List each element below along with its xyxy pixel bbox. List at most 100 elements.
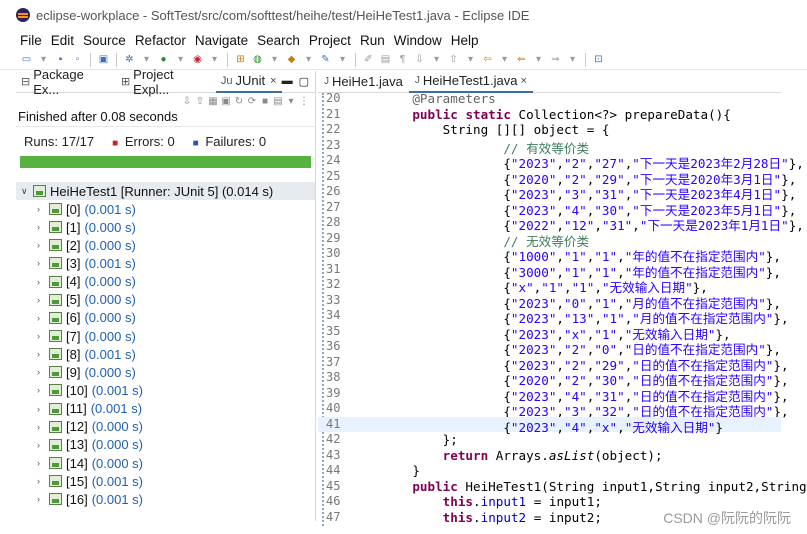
test-case-row[interactable]: › [6] (0.000 s) (16, 309, 315, 327)
dropdown-icon[interactable]: ▾ (336, 53, 349, 66)
code-editor[interactable]: 20 @Parameters 21 public static Collectio… (318, 91, 807, 526)
menu-project[interactable]: Project (309, 33, 351, 48)
test-case-row[interactable]: › [12] (0.000 s) (16, 418, 315, 436)
test-case-row[interactable]: › [15] (0.001 s) (16, 472, 315, 490)
menu-edit[interactable]: Edit (51, 33, 74, 48)
chevron-right-icon[interactable]: › (37, 404, 49, 414)
test-case-row[interactable]: › [0] (0.001 s) (16, 200, 315, 218)
code-line[interactable]: 20 @Parameters (318, 91, 781, 107)
code-line[interactable]: 27 {"2023","4","30","下一天是2023年5月1日"}, (318, 200, 796, 218)
code-line[interactable]: 44 } (318, 463, 781, 479)
tab-project-explorer[interactable]: ⊞ Project Expl... (116, 67, 216, 97)
code-line[interactable]: 40 {"2023","3","32","日的值不在指定范围内"}, (318, 401, 789, 419)
chevron-right-icon[interactable]: › (37, 349, 49, 359)
chevron-right-icon[interactable]: › (37, 440, 49, 450)
tab-junit[interactable]: Ju JUnit × (215, 70, 282, 93)
save-icon[interactable]: ▪ (54, 53, 67, 66)
chevron-right-icon[interactable]: › (37, 458, 49, 468)
minimize-icon[interactable]: ▬ (282, 75, 293, 88)
test-case-row[interactable]: › [14] (0.000 s) (16, 454, 315, 472)
test-case-row[interactable]: › [11] (0.001 s) (16, 400, 315, 418)
test-case-row[interactable]: › [2] (0.000 s) (16, 236, 315, 254)
back-icon[interactable]: ⇐ (515, 53, 528, 66)
test-case-row[interactable]: › [3] (0.001 s) (16, 254, 315, 272)
chevron-right-icon[interactable]: › (37, 204, 49, 214)
dropdown-icon[interactable]: ▾ (430, 53, 443, 66)
menu-run[interactable]: Run (360, 33, 385, 48)
chevron-right-icon[interactable]: › (37, 476, 49, 486)
code-line[interactable]: 37 {"2023","2","29","日的值不在指定范围内"}, (318, 355, 789, 373)
close-icon[interactable]: × (520, 75, 526, 87)
chevron-right-icon[interactable]: › (37, 494, 49, 504)
stop-icon[interactable]: ■ (260, 96, 270, 107)
code-line[interactable]: 34 {"2023","13","1","月的值不在指定范围内"}, (318, 308, 789, 326)
tab-heihe1-java[interactable]: J HeiHe1.java (318, 71, 409, 93)
test-case-row[interactable]: › [1] (0.000 s) (16, 218, 315, 236)
whitespace-icon[interactable]: ¶ (396, 53, 409, 66)
code-line[interactable]: 42 }; (318, 432, 781, 448)
test-case-row[interactable]: › [13] (0.000 s) (16, 436, 315, 454)
new-package-icon[interactable]: ◍ (251, 53, 264, 66)
forward-icon[interactable]: ⇒ (549, 53, 562, 66)
terminal-icon[interactable]: ▣ (97, 53, 110, 66)
code-line[interactable]: 33 {"2023","0","1","月的值不在指定范围内"}, (318, 293, 781, 311)
test-case-row[interactable]: › [10] (0.001 s) (16, 381, 315, 399)
dropdown-icon[interactable]: ▾ (140, 53, 153, 66)
dropdown-icon[interactable]: ▾ (37, 53, 50, 66)
code-line[interactable]: 23 // 有效等价类 (318, 138, 781, 156)
debug-icon[interactable]: ✲ (123, 53, 136, 66)
menu-refactor[interactable]: Refactor (135, 33, 186, 48)
close-icon[interactable]: × (270, 75, 276, 87)
test-suite-node[interactable]: ∨ HeiHeTest1 [Runner: JUnit 5] (0.014 s) (16, 182, 315, 200)
chevron-right-icon[interactable]: › (37, 240, 49, 250)
dropdown-icon[interactable]: ▾ (268, 53, 281, 66)
prev-failure-icon[interactable]: ⇧ (195, 96, 205, 107)
test-case-row[interactable]: › [9] (0.000 s) (16, 363, 315, 381)
scroll-lock-icon[interactable]: ▣ (221, 96, 231, 107)
menu-help[interactable]: Help (451, 33, 479, 48)
code-line[interactable]: 35 {"2023","x","1","无效输入日期"}, (318, 324, 781, 342)
next-failure-icon[interactable]: ⇩ (182, 96, 192, 107)
next-annotation-icon[interactable]: ⇩ (413, 53, 426, 66)
open-type-icon[interactable]: ◆ (285, 53, 298, 66)
code-line[interactable]: 31 {"3000","1","1","年的值不在指定范围内"}, (318, 262, 781, 280)
chevron-right-icon[interactable]: › (37, 367, 49, 377)
code-line[interactable]: 32 {"x","1","1","无效输入日期"}, (318, 277, 781, 295)
test-case-row[interactable]: › [16] (0.001 s) (16, 490, 315, 508)
code-line[interactable]: 30 {"1000","1","1","年的值不在指定范围内"}, (318, 246, 781, 264)
menu-navigate[interactable]: Navigate (195, 33, 248, 48)
tab-package-explorer[interactable]: ⊟ Package Ex... (16, 67, 116, 97)
code-line[interactable]: 26 {"2023","3","31","下一天是2023年4月1日"}, (318, 184, 796, 202)
test-case-row[interactable]: › [5] (0.000 s) (16, 291, 315, 309)
test-case-row[interactable]: › [7] (0.000 s) (16, 327, 315, 345)
code-line[interactable]: 39 {"2023","4","31","日的值不在指定范围内"}, (318, 386, 789, 404)
prev-annotation-icon[interactable]: ⇧ (447, 53, 460, 66)
toggle-icon[interactable]: ▤ (379, 53, 392, 66)
last-edit-icon[interactable]: ⇦ (481, 53, 494, 66)
view-menu-icon[interactable]: ▾ (286, 96, 296, 107)
test-case-row[interactable]: › [8] (0.001 s) (16, 345, 315, 363)
chevron-down-icon[interactable]: ∨ (21, 186, 33, 197)
run-icon[interactable]: ● (157, 53, 170, 66)
maximize-icon[interactable]: ▢ (299, 75, 309, 88)
dropdown-icon[interactable]: ▾ (174, 53, 187, 66)
rerun-icon[interactable]: ↻ (234, 96, 244, 107)
code-line[interactable]: 29 // 无效等价类 (318, 231, 781, 249)
history-icon[interactable]: ▤ (273, 96, 283, 107)
coverage-icon[interactable]: ◉ (191, 53, 204, 66)
search-icon[interactable]: ✎ (319, 53, 332, 66)
annotation-icon[interactable]: ✐ (362, 53, 375, 66)
menu-window[interactable]: Window (394, 33, 442, 48)
menu-search[interactable]: Search (257, 33, 300, 48)
code-line[interactable]: 41 {"2023","4","x","无效输入日期"} (318, 416, 781, 435)
more-icon[interactable]: ⋮ (299, 96, 309, 107)
new-icon[interactable]: ▭ (20, 53, 33, 66)
chevron-right-icon[interactable]: › (37, 422, 49, 432)
chevron-right-icon[interactable]: › (37, 331, 49, 341)
chevron-right-icon[interactable]: › (37, 385, 49, 395)
dropdown-icon[interactable]: ▾ (208, 53, 221, 66)
code-line[interactable]: 36 {"2023","2","0","日的值不在指定范围内"}, (318, 339, 781, 357)
menu-source[interactable]: Source (83, 33, 126, 48)
test-case-row[interactable]: › [4] (0.000 s) (16, 273, 315, 291)
code-line[interactable]: 21 public static Collection<?> prepareDa… (318, 107, 781, 123)
